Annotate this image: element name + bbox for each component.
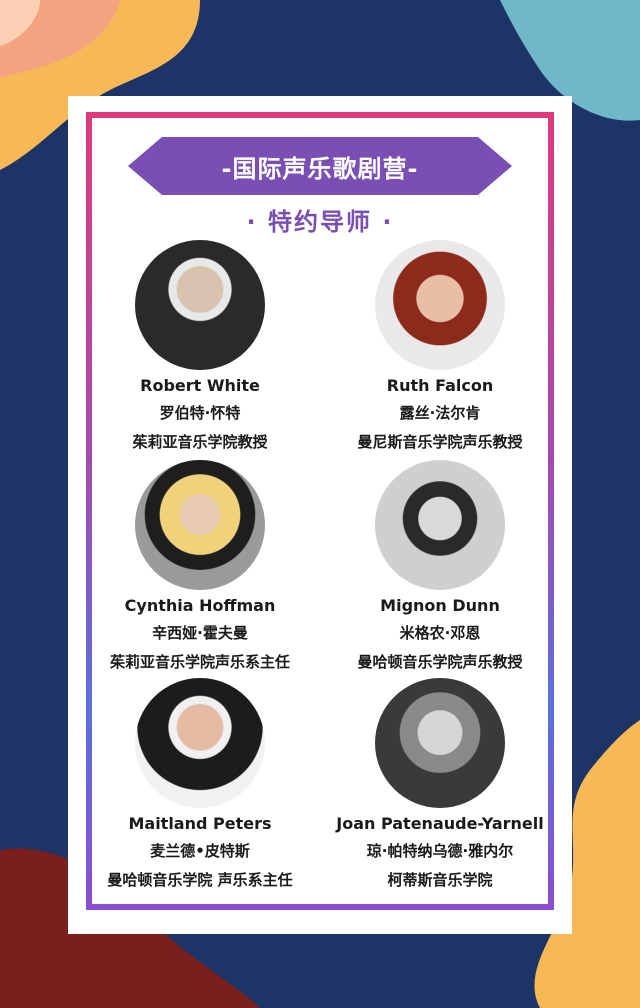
mentor-name-cn: 露丝·法尔肯 <box>399 404 481 422</box>
mentor-name-cn: 麦兰德•皮特斯 <box>150 842 250 860</box>
mentor-title: 茱莉亚音乐学院声乐系主任 <box>109 653 290 671</box>
title-banner: -国际声乐歌剧营- <box>128 137 512 195</box>
mentor-name-cn: 琼·帕特纳乌德·雅内尔 <box>366 842 514 860</box>
mentor-name-cn: 罗伯特·怀特 <box>159 404 241 422</box>
mentor-card: Mignon Dunn 米格农·邓恩 曼哈顿音乐学院声乐教授 <box>320 460 560 672</box>
mentor-title: 柯蒂斯音乐学院 <box>387 871 493 889</box>
mentor-card: Maitland Peters 麦兰德•皮特斯 曼哈顿音乐学院 声乐系主任 <box>80 678 320 890</box>
mentor-card: Robert White 罗伯特·怀特 茱莉亚音乐学院教授 <box>80 240 320 452</box>
mentor-photo <box>375 460 505 590</box>
mentor-name-en: Maitland Peters <box>128 814 272 833</box>
mentor-photo <box>135 460 265 590</box>
mentor-title: 茱莉亚音乐学院教授 <box>132 433 268 451</box>
mentor-name-en: Robert White <box>140 376 260 395</box>
section-subtitle: · 特约导师 · <box>246 208 394 236</box>
mentor-title: 曼哈顿音乐学院声乐教授 <box>357 653 523 671</box>
mentor-card: Ruth Falcon 露丝·法尔肯 曼尼斯音乐学院声乐教授 <box>320 240 560 452</box>
mentor-photo <box>375 240 505 370</box>
mentor-title: 曼尼斯音乐学院声乐教授 <box>357 433 523 451</box>
mentor-photo <box>135 678 265 808</box>
mentor-name-en: Mignon Dunn <box>380 596 500 615</box>
mentor-name-en: Ruth Falcon <box>386 376 494 395</box>
mentor-name-cn: 辛西娅·霍夫曼 <box>152 624 248 642</box>
mentor-photo <box>135 240 265 370</box>
mentor-name-cn: 米格农·邓恩 <box>399 624 481 642</box>
mentor-card: Cynthia Hoffman 辛西娅·霍夫曼 茱莉亚音乐学院声乐系主任 <box>80 460 320 672</box>
mentor-photo <box>375 678 505 808</box>
mentor-name-en: Cynthia Hoffman <box>124 596 276 615</box>
mentor-card: Joan Patenaude-Yarnell 琼·帕特纳乌德·雅内尔 柯蒂斯音乐… <box>320 678 560 890</box>
mentor-name-en: Joan Patenaude-Yarnell <box>336 814 544 833</box>
mentor-title: 曼哈顿音乐学院 声乐系主任 <box>107 871 293 889</box>
banner-title: -国际声乐歌剧营- <box>221 154 419 183</box>
